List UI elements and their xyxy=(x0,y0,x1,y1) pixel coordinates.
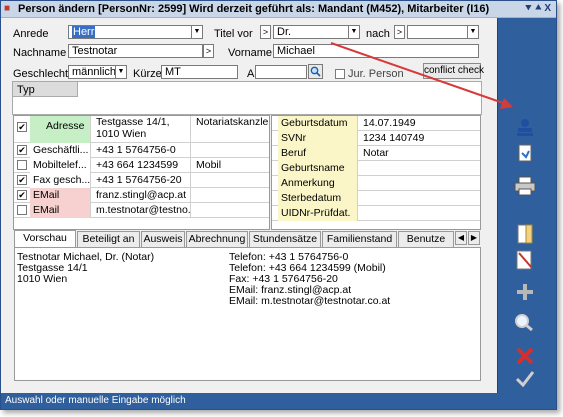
status-bar: Auswahl oder manuelle Eingabe möglich xyxy=(1,393,556,409)
status-text: Auswahl oder manuelle Eingabe möglich xyxy=(5,395,186,406)
annotation-arrow xyxy=(330,42,513,109)
person-edit-window: ■ Person ändern [PersonNr: 2599] Wird de… xyxy=(0,0,557,410)
